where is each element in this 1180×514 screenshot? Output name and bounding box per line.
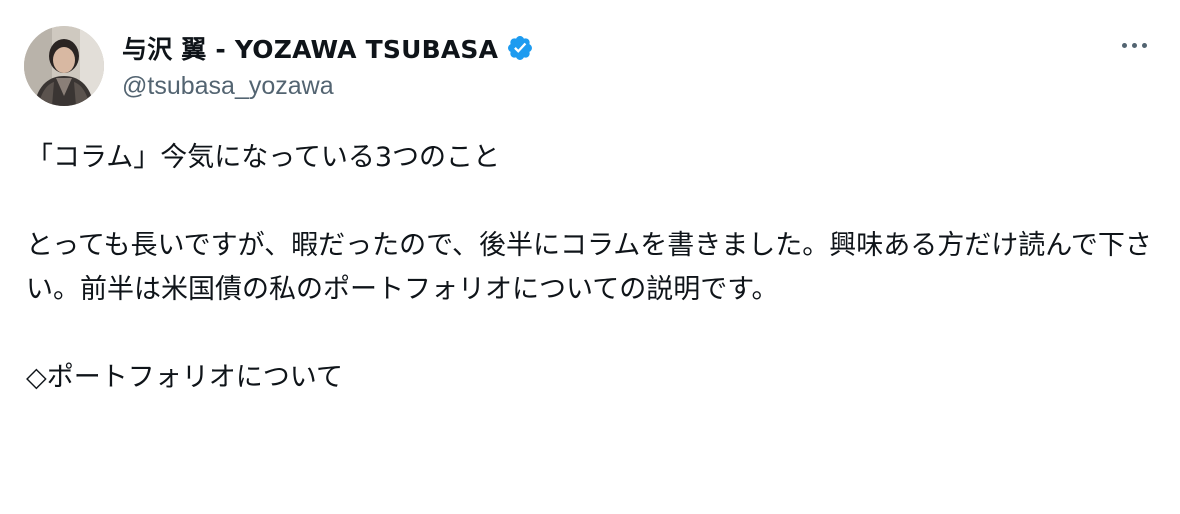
tweet-line-intro: とっても長いですが、暇だったので、後半にコラムを書きました。興味ある方だけ読んで… [26, 230, 1152, 305]
tweet-header: 与沢 翼 - YOZAWA TSUBASA @tsubasa_yozawa [122, 30, 534, 101]
verified-badge-icon [508, 36, 533, 60]
tweet-line-section: ◇ポートフォリオについて [26, 362, 343, 393]
more-options-dot [1141, 42, 1147, 48]
more-options-dot [1131, 42, 1137, 48]
tweet-line-title: 「コラム」今気になっている3つのこと [26, 142, 501, 173]
avatar[interactable] [24, 26, 104, 106]
more-options-button[interactable] [1116, 30, 1152, 60]
display-name[interactable]: 与沢 翼 - YOZAWA TSUBASA [122, 30, 498, 66]
tweet-text: 「コラム」今気になっている3つのこと とっても長いですが、暇だったので、後半にコ… [26, 136, 1156, 400]
profile-photo [24, 26, 104, 106]
tweet-card: 与沢 翼 - YOZAWA TSUBASA @tsubasa_yozawa 「コ… [0, 0, 1180, 514]
name-row: 与沢 翼 - YOZAWA TSUBASA [122, 30, 534, 66]
more-options-icon [1121, 42, 1127, 48]
user-handle[interactable]: @tsubasa_yozawa [122, 72, 534, 101]
